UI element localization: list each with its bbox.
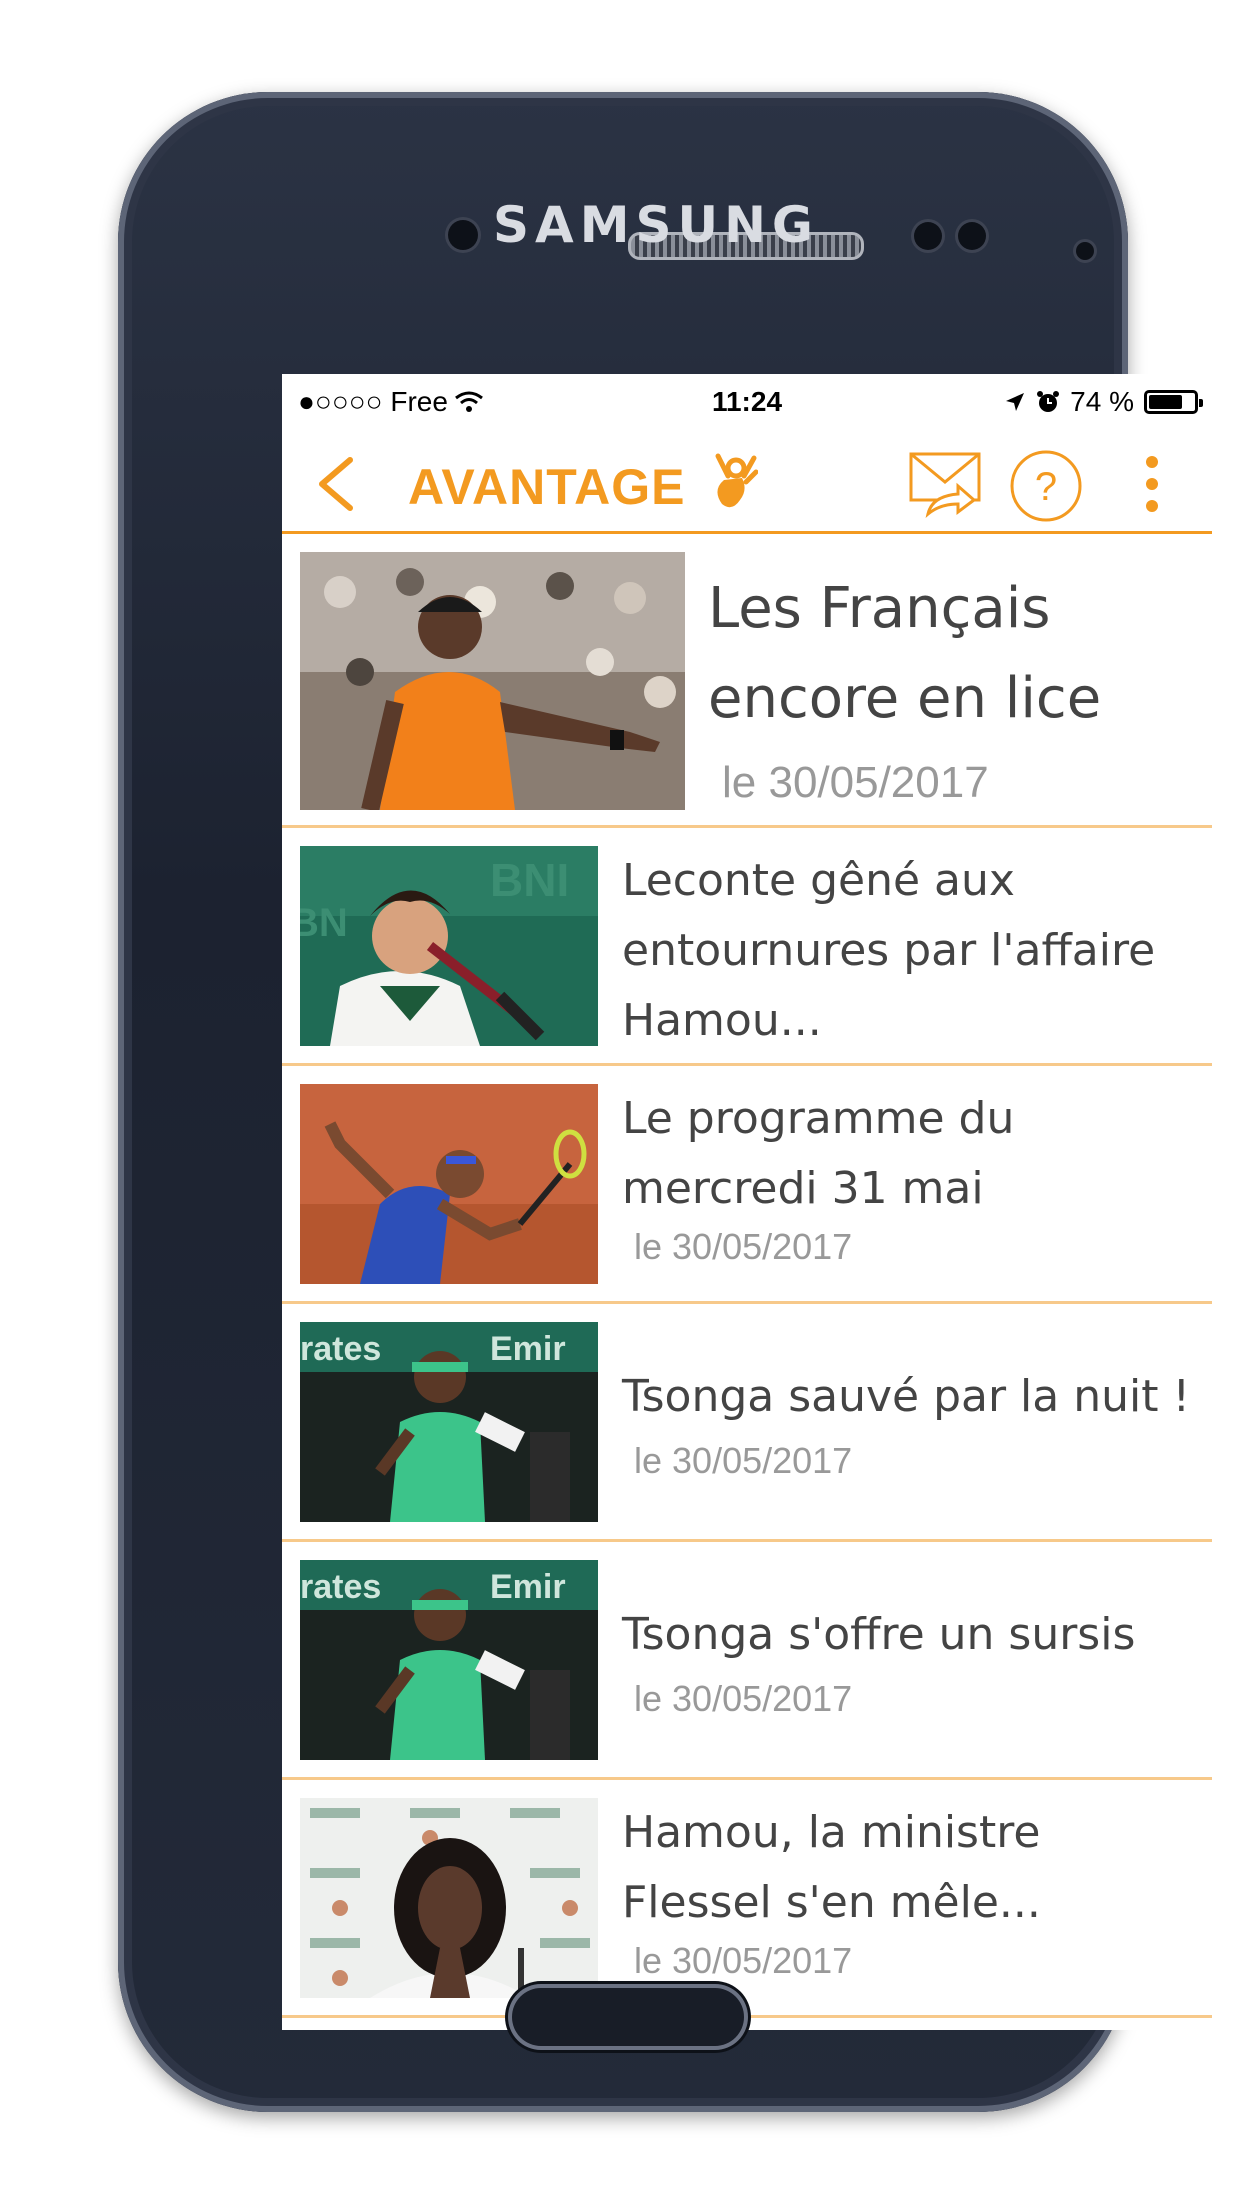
article-date: le 30/05/2017 xyxy=(634,1440,853,1481)
status-right: 74 % xyxy=(1004,386,1203,418)
alarm-icon xyxy=(1037,391,1060,412)
article-date: le 30/05/2017 xyxy=(722,758,989,807)
article-thumbnail: rates Emir xyxy=(300,1560,598,1760)
more-vert-icon[interactable] xyxy=(1140,454,1164,514)
screen: ●○○○○ Free 11:24 74 % AVANTAGE ? Les Fra… xyxy=(282,374,1212,2030)
sensor-3 xyxy=(1076,242,1094,260)
article-date: le 30/05/2017 xyxy=(634,1678,853,1719)
sensor-1 xyxy=(914,222,942,250)
article-date: le 30/05/2017 xyxy=(634,1940,853,1981)
article-thumbnail xyxy=(300,1084,598,1284)
svg-text:rates: rates xyxy=(300,1568,381,1606)
article-title: Les Français encore en lice xyxy=(708,576,1102,731)
battery-icon xyxy=(1144,390,1203,414)
article-title: Le programme du mercredi 31 mai xyxy=(622,1093,1015,1214)
article-title: Tsonga s'offre un sursis xyxy=(622,1609,1136,1660)
article-thumbnail xyxy=(300,552,685,810)
brand-label: SAMSUNG xyxy=(493,196,819,254)
article-row[interactable]: Le programme du mercredi 31 mai le 30/05… xyxy=(282,1066,1212,1304)
help-icon[interactable]: ? xyxy=(1008,448,1084,524)
article-list: Les Français encore en lice le 30/05/201… xyxy=(282,534,1212,2018)
status-bar: ●○○○○ Free 11:24 74 % xyxy=(282,374,1212,430)
article-date: le 30/05/2017 xyxy=(634,1226,853,1267)
article-row[interactable]: rates Emir Tsonga s'offre un sursis le 3… xyxy=(282,1542,1212,1780)
article-row[interactable]: rates Emir Tsonga sauvé par la nuit ! le… xyxy=(282,1304,1212,1542)
app-bar: AVANTAGE ? xyxy=(282,430,1212,534)
svg-text:Emir: Emir xyxy=(490,1568,566,1606)
app-title: AVANTAGE xyxy=(408,459,686,515)
svg-text:?: ? xyxy=(1035,465,1057,509)
article-thumbnail xyxy=(300,1798,598,1998)
article-row[interactable]: BNI BN Leconte gêné aux entournures par … xyxy=(282,828,1212,1066)
phone-frame: SAMSUNG ●○○○○ Free 11:24 74 % AVANTAGE ?… xyxy=(118,92,1212,2112)
sensor-2 xyxy=(958,222,986,250)
svg-text:Emir: Emir xyxy=(490,1330,566,1368)
article-thumbnail: BNI BN xyxy=(300,846,598,1046)
home-button[interactable] xyxy=(508,1984,748,2050)
article-row[interactable]: Les Français encore en lice le 30/05/201… xyxy=(282,534,1212,828)
battery-percent: 74 % xyxy=(1070,386,1134,417)
svg-text:BN: BN xyxy=(300,901,348,945)
back-chevron-icon[interactable] xyxy=(310,456,366,512)
article-row[interactable]: Hamou, la ministre Flessel s'en mêle... … xyxy=(282,1780,1212,2018)
article-title: Tsonga sauvé par la nuit ! xyxy=(622,1371,1191,1422)
article-title: Leconte gêné aux entournures par l'affai… xyxy=(622,855,1156,1046)
svg-text:BNI: BNI xyxy=(490,854,569,906)
svg-text:rates: rates xyxy=(300,1330,381,1368)
hand-ok-logo-icon xyxy=(715,453,758,508)
mail-share-icon[interactable] xyxy=(908,448,984,518)
article-thumbnail: rates Emir xyxy=(300,1322,598,1522)
article-title: Hamou, la ministre Flessel s'en mêle... xyxy=(622,1807,1041,1928)
location-arrow-icon xyxy=(1006,393,1025,411)
